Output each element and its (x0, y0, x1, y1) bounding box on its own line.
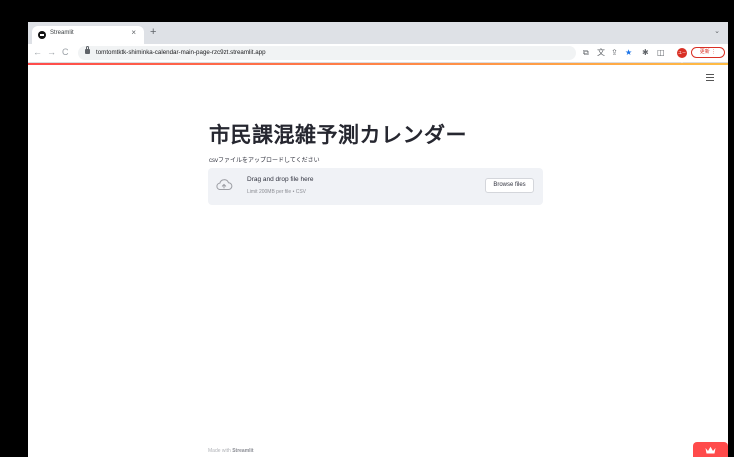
bookmark-star-icon[interactable]: ★ (625, 47, 632, 59)
footer-streamlit-link[interactable]: Streamlit (232, 448, 253, 454)
streamlit-favicon-icon (38, 31, 46, 39)
translate-icon[interactable]: 文 (597, 47, 605, 59)
profile-avatar[interactable]: ユーザ (677, 48, 687, 65)
lock-icon (85, 46, 90, 54)
tab-search-chevron-icon[interactable]: ⌄ (714, 27, 720, 35)
url-text[interactable]: tomtomtktk-shiminka-calendar-main-page-r… (96, 49, 266, 56)
screen-right-border (728, 22, 734, 457)
share-icon[interactable]: ⇪ (611, 47, 618, 59)
update-button[interactable]: 更新 ⋮ (691, 47, 725, 58)
new-tab-icon[interactable]: + (150, 26, 156, 38)
share-window-icon[interactable]: ⧉ (583, 47, 589, 59)
crown-icon (705, 446, 716, 454)
dropzone-instructions: Drag and drop file here (247, 176, 314, 183)
browse-files-button[interactable]: Browse files (485, 178, 534, 193)
forward-arrow-icon[interactable]: → (47, 46, 56, 58)
streamlit-badge[interactable] (693, 442, 728, 457)
cloud-upload-icon (216, 179, 233, 191)
dropzone-limit: Limit 200MB per file • CSV (247, 189, 306, 195)
footer-prefix: Made with (208, 448, 231, 454)
extensions-icon[interactable]: ✱ (642, 47, 649, 59)
back-arrow-icon[interactable]: ← (33, 46, 42, 58)
sidepanel-icon[interactable]: ◫ (657, 47, 665, 59)
reload-icon[interactable]: C (62, 46, 69, 58)
browser-toolbar: ← → C tomtomtktk-shiminka-calendar-main-… (28, 44, 728, 65)
file-dropzone[interactable]: Drag and drop file here Limit 200MB per … (208, 168, 543, 205)
tab-streamlit[interactable]: Streamlit × (32, 26, 144, 44)
tab-strip: Streamlit × + ⌄ (28, 22, 728, 44)
address-bar[interactable]: tomtomtktk-shiminka-calendar-main-page-r… (78, 46, 576, 60)
screen-top-bar (0, 0, 734, 22)
footer: Made with Streamlit (208, 448, 254, 454)
tab-close-icon[interactable]: × (131, 28, 136, 37)
browser-window: Streamlit × + ⌄ ← → C tomtomtktk-shimink… (28, 22, 728, 457)
screen-left-border (0, 22, 28, 457)
page-title: 市民課混雑予測カレンダー (209, 124, 467, 147)
main-menu-icon[interactable] (706, 74, 714, 81)
streamlit-decoration-bar (28, 63, 728, 65)
file-uploader-label: csvファイルをアップロードしてください (209, 158, 320, 164)
tab-title: Streamlit (50, 30, 74, 36)
